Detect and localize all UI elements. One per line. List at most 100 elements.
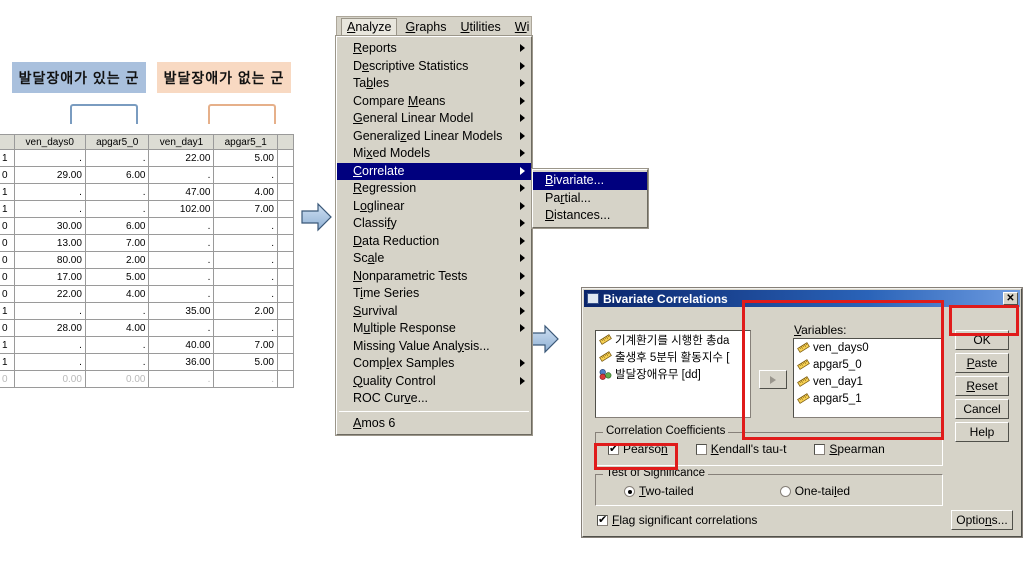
data-cell[interactable]: 13.00 [13,234,86,252]
menu-item-generalized-linear-models[interactable]: Generalized Linear Models [337,128,531,146]
menu-item-regression[interactable]: Regression [337,180,531,198]
radio-two-tailed-dot[interactable] [624,485,635,497]
data-cell[interactable]: . [213,166,278,184]
menu-item-mixed-models[interactable]: Mixed Models [337,145,531,163]
cancel-button[interactable]: Cancel [955,399,1009,419]
menu-item-complex-samples[interactable]: Complex Samples [337,355,531,373]
row-number-cell[interactable]: 0 [0,234,15,252]
data-cell[interactable]: . [84,353,150,371]
data-cell[interactable]: . [213,234,278,252]
data-cell-blank[interactable] [277,268,294,286]
data-cell-blank[interactable] [277,234,294,252]
menu-item-correlate[interactable]: Correlate [337,162,531,180]
data-cell[interactable]: 7.00 [213,200,278,218]
menu-item-survival[interactable]: Survival [337,303,531,321]
row-number-cell[interactable]: 0 [0,217,15,235]
close-icon[interactable]: ✕ [1003,292,1018,305]
data-cell[interactable]: . [13,200,86,218]
data-cell[interactable]: . [13,183,86,201]
table-row[interactable]: 1.. 22.00 5.00 [0,149,294,167]
grid-col-blank[interactable] [277,134,294,150]
dialog-title-bar[interactable]: Bivariate Correlations ✕ [584,290,1020,307]
data-cell[interactable]: 22.00 [148,149,215,167]
selected-variable-item[interactable]: ven_days0 [794,339,942,356]
checkbox-kendall[interactable]: Kendall's tau-t [695,442,786,456]
menu-item-missing-value-analysis[interactable]: Missing Value Analysis... [337,338,531,356]
menu-item-quality-control[interactable]: Quality Control [337,373,531,391]
data-cell[interactable]: . [84,149,150,167]
table-row[interactable]: 0 80.00 2.00.. [0,251,294,269]
table-row[interactable]: 0 30.00 6.00.. [0,217,294,235]
menu-item-reports[interactable]: Reports [337,40,531,58]
menu-item-multiple-response[interactable]: Multiple Response [337,320,531,338]
table-row[interactable]: 0 29.00 6.00.. [0,166,294,184]
menubar-item-graphs[interactable]: Graphs [399,18,452,36]
data-cell[interactable]: . [148,285,215,303]
data-cell[interactable]: . [148,370,215,388]
row-number-cell[interactable]: 0 [0,251,15,269]
data-cell[interactable]: 4.00 [213,183,278,201]
data-cell[interactable]: . [148,268,215,286]
data-cell[interactable]: . [84,200,150,218]
correlate-submenu[interactable]: Bivariate... Partial... Distances... [531,168,649,229]
data-cell[interactable]: 5.00 [213,149,278,167]
selected-variable-item[interactable]: apgar5_0 [794,356,942,373]
row-number-cell[interactable]: 0 [0,370,15,388]
data-cell[interactable]: 29.00 [13,166,86,184]
reset-button[interactable]: Reset [955,376,1009,396]
data-cell[interactable]: . [13,302,86,320]
data-cell[interactable]: 5.00 [84,268,150,286]
options-button[interactable]: Options... [951,510,1013,530]
data-cell[interactable]: . [84,336,150,354]
row-number-cell[interactable]: 1 [0,302,15,320]
bivariate-correlations-dialog[interactable]: Bivariate Correlations ✕ 기계환기를 시행한 총da 출생… [581,287,1023,538]
table-row[interactable]: 0 28.00 4.00.. [0,319,294,337]
data-cell[interactable]: 5.00 [213,353,278,371]
checkbox-flag-significant[interactable]: Flag significant correlations [597,513,757,527]
menu-item-general-linear-model[interactable]: General Linear Model [337,110,531,128]
data-cell[interactable]: 6.00 [84,166,150,184]
table-row[interactable]: 1.. 47.00 4.00 [0,183,294,201]
data-cell[interactable]: 30.00 [13,217,86,235]
menu-item-compare-means[interactable]: Compare Means [337,93,531,111]
data-cell-blank[interactable] [277,336,294,354]
data-cell[interactable]: . [148,251,215,269]
row-number-cell[interactable]: 0 [0,319,15,337]
checkbox-pearson[interactable]: Pearson [608,442,668,456]
data-cell[interactable]: 47.00 [148,183,215,201]
menu-item-roc-curve[interactable]: ROC Curve... [337,390,531,408]
radio-two-tailed[interactable]: Two-tailed [624,484,694,498]
data-cell[interactable]: . [84,302,150,320]
table-row[interactable]: 0 13.00 7.00.. [0,234,294,252]
data-cell[interactable]: 102.00 [148,200,215,218]
data-cell-blank[interactable] [277,370,294,388]
menubar-item-utilities[interactable]: Utilities [455,18,507,36]
row-number-cell[interactable]: 1 [0,183,15,201]
ok-button[interactable]: OK [955,330,1009,350]
help-button[interactable]: Help [955,422,1009,442]
data-cell-blank[interactable] [277,353,294,371]
move-variable-button[interactable] [759,370,787,389]
menu-item-scale[interactable]: Scale [337,250,531,268]
source-variable-item[interactable]: 출생후 5분뒤 활동지수 [ [596,348,750,365]
table-row[interactable]: 1.. 102.00 7.00 [0,200,294,218]
data-cell[interactable]: 2.00 [213,302,278,320]
data-cell[interactable]: . [213,370,278,388]
data-cell[interactable]: . [13,149,86,167]
data-cell[interactable]: . [213,319,278,337]
submenu-item-partial[interactable]: Partial... [533,190,647,208]
data-cell-blank[interactable] [277,285,294,303]
data-cell[interactable]: . [148,166,215,184]
data-cell[interactable]: 2.00 [84,251,150,269]
row-number-cell[interactable]: 1 [0,353,15,371]
selected-variables-list[interactable]: ven_days0 apgar5_0 ven_day1 apgar5_1 [793,338,943,418]
selected-variable-item[interactable]: ven_day1 [794,373,942,390]
table-row[interactable]: 0 22.00 4.00.. [0,285,294,303]
row-number-cell[interactable]: 1 [0,200,15,218]
data-cell[interactable]: . [148,217,215,235]
menubar-item-analyze[interactable]: Analyze [341,17,398,36]
source-variable-list[interactable]: 기계환기를 시행한 총da 출생후 5분뒤 활동지수 [발달장애유무 [dd] [595,330,751,418]
analyze-dropdown[interactable]: Reports Descriptive Statistics Tables Compa… [335,35,533,436]
source-variable-item[interactable]: 기계환기를 시행한 총da [596,331,750,348]
data-cell-blank[interactable] [277,319,294,337]
